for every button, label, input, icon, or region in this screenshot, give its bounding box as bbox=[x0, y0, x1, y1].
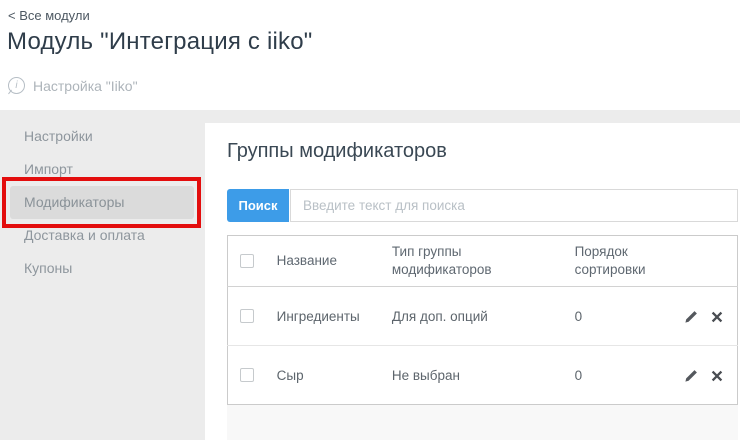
pencil-icon bbox=[684, 371, 698, 386]
module-info-line: i Настройка "Iiko" bbox=[8, 77, 138, 94]
x-icon bbox=[711, 311, 723, 326]
cell-sort-order: 0 bbox=[575, 346, 676, 405]
page-title: Модуль "Интеграция с iiko" bbox=[7, 28, 313, 56]
sidebar-item-label: Модификаторы bbox=[24, 194, 124, 210]
column-header-group-type: Тип группы модификаторов bbox=[392, 236, 575, 287]
sidebar-item-2[interactable]: Модификаторы bbox=[10, 186, 194, 219]
row-checkbox[interactable] bbox=[240, 368, 254, 382]
sidebar-item-label: Доставка и оплата bbox=[24, 227, 145, 243]
sidebar-item-0[interactable]: Настройки bbox=[0, 120, 205, 153]
table-header-row: Название Тип группы модификаторов Порядо… bbox=[228, 236, 738, 287]
table-body: Ингредиенты Для доп. опций 0 Сыр Не выбр… bbox=[228, 287, 738, 405]
page-header: < Все модули Модуль "Интеграция с iiko" … bbox=[0, 0, 740, 110]
sidebar-item-label: Настройки bbox=[24, 128, 93, 144]
delete-button[interactable] bbox=[711, 311, 723, 323]
table-footer-area bbox=[227, 405, 738, 440]
row-checkbox[interactable] bbox=[240, 309, 254, 323]
sidebar-item-label: Купоны bbox=[24, 260, 72, 276]
sidebar-item-1[interactable]: Импорт bbox=[0, 153, 205, 186]
cell-name: Сыр bbox=[277, 346, 392, 405]
sidebar-item-3[interactable]: Доставка и оплата bbox=[0, 219, 205, 252]
breadcrumb-all-modules[interactable]: < Все модули bbox=[8, 8, 90, 23]
section-heading: Группы модификаторов bbox=[227, 140, 738, 163]
x-icon bbox=[711, 370, 723, 385]
column-header-sort-order: Порядок сортировки bbox=[575, 236, 676, 287]
cell-group-type: Не выбран bbox=[392, 346, 575, 405]
content-panel: Группы модификаторов Поиск Название Тип … bbox=[205, 123, 740, 440]
search-bar: Поиск bbox=[227, 189, 738, 222]
column-header-name: Название bbox=[277, 236, 392, 287]
module-info-text: Настройка "Iiko" bbox=[33, 78, 138, 94]
pencil-icon bbox=[684, 312, 698, 327]
modifier-groups-table: Название Тип группы модификаторов Порядо… bbox=[227, 235, 738, 405]
edit-button[interactable] bbox=[684, 310, 698, 324]
select-all-checkbox[interactable] bbox=[240, 254, 254, 268]
table-row: Ингредиенты Для доп. опций 0 bbox=[228, 287, 738, 346]
info-bubble-icon: i bbox=[8, 77, 25, 94]
page: < Все модули Модуль "Интеграция с iiko" … bbox=[0, 0, 740, 440]
sidebar-nav: Настройки Импорт Модификаторы Доставка и… bbox=[0, 110, 205, 440]
delete-button[interactable] bbox=[711, 370, 723, 382]
cell-name: Ингредиенты bbox=[277, 287, 392, 346]
table-row: Сыр Не выбран 0 bbox=[228, 346, 738, 405]
sidebar-item-4[interactable]: Купоны bbox=[0, 252, 205, 285]
cell-sort-order: 0 bbox=[575, 287, 676, 346]
search-button[interactable]: Поиск bbox=[227, 189, 289, 222]
search-input[interactable] bbox=[290, 189, 738, 222]
cell-group-type: Для доп. опций bbox=[392, 287, 575, 346]
sidebar-item-label: Импорт bbox=[24, 161, 73, 177]
edit-button[interactable] bbox=[684, 369, 698, 383]
